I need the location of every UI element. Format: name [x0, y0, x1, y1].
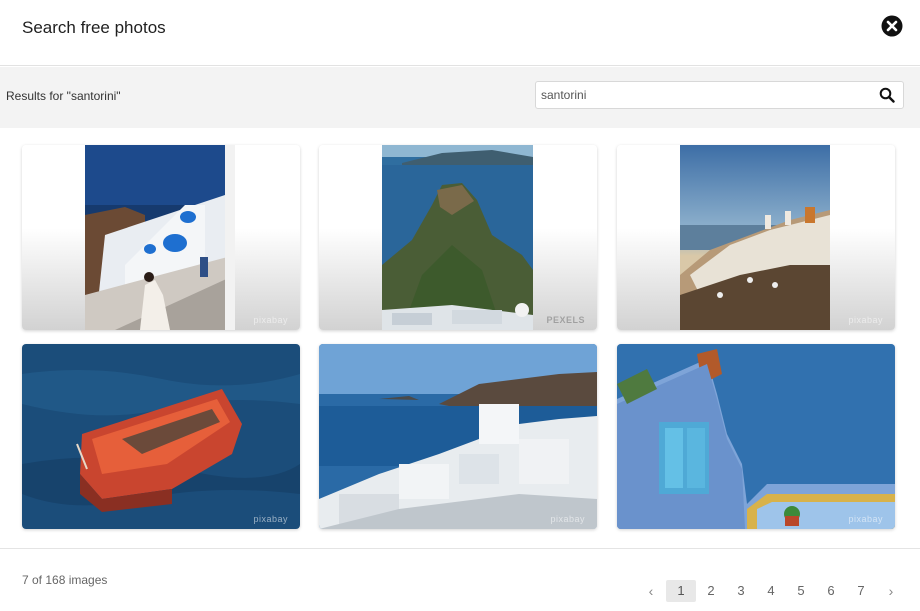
close-icon[interactable] — [881, 15, 903, 37]
image-count: 7 of 168 images — [22, 573, 108, 587]
next-page-button[interactable]: › — [876, 580, 906, 602]
page-button-4[interactable]: 4 — [756, 580, 786, 602]
search-box[interactable] — [535, 81, 904, 109]
page-button-2[interactable]: 2 — [696, 580, 726, 602]
photo-blue-window — [617, 344, 895, 529]
photo-oia-windmills — [680, 145, 830, 330]
photo-card[interactable]: PEXELS — [319, 145, 597, 330]
results-label: Results for "santorini" — [6, 89, 121, 103]
modal-footer: 7 of 168 images ‹ 1 2 3 4 5 6 7 › — [0, 549, 920, 611]
photo-red-boat — [22, 344, 300, 529]
search-icon[interactable] — [879, 87, 895, 103]
page-button-5[interactable]: 5 — [786, 580, 816, 602]
page-button-7[interactable]: 7 — [846, 580, 876, 602]
photo-grid: pixabay PEXELS pixabay pixabay pixabay p… — [0, 128, 920, 548]
watermark: pixabay — [253, 315, 288, 325]
photo-card[interactable]: pixabay — [617, 145, 895, 330]
photo-caldera-houses — [319, 344, 597, 529]
watermark: pixabay — [848, 315, 883, 325]
watermark: pixabay — [550, 514, 585, 524]
photo-card[interactable]: pixabay — [22, 344, 300, 529]
page-button-1[interactable]: 1 — [666, 580, 696, 602]
watermark: PEXELS — [546, 315, 585, 325]
search-bar: Results for "santorini" — [0, 67, 920, 128]
page-button-3[interactable]: 3 — [726, 580, 756, 602]
photo-card[interactable]: pixabay — [617, 344, 895, 529]
photo-card[interactable]: pixabay — [319, 344, 597, 529]
photo-card[interactable]: pixabay — [22, 145, 300, 330]
search-input[interactable] — [541, 82, 861, 108]
watermark: pixabay — [253, 514, 288, 524]
modal-header: Search free photos — [0, 0, 920, 66]
photo-skaros-rock — [382, 145, 533, 330]
page-button-6[interactable]: 6 — [816, 580, 846, 602]
modal-title: Search free photos — [22, 18, 166, 37]
watermark: pixabay — [848, 514, 883, 524]
pagination: ‹ 1 2 3 4 5 6 7 › — [636, 580, 906, 602]
prev-page-button[interactable]: ‹ — [636, 580, 666, 602]
photo-oia-blue-domes — [85, 145, 235, 330]
